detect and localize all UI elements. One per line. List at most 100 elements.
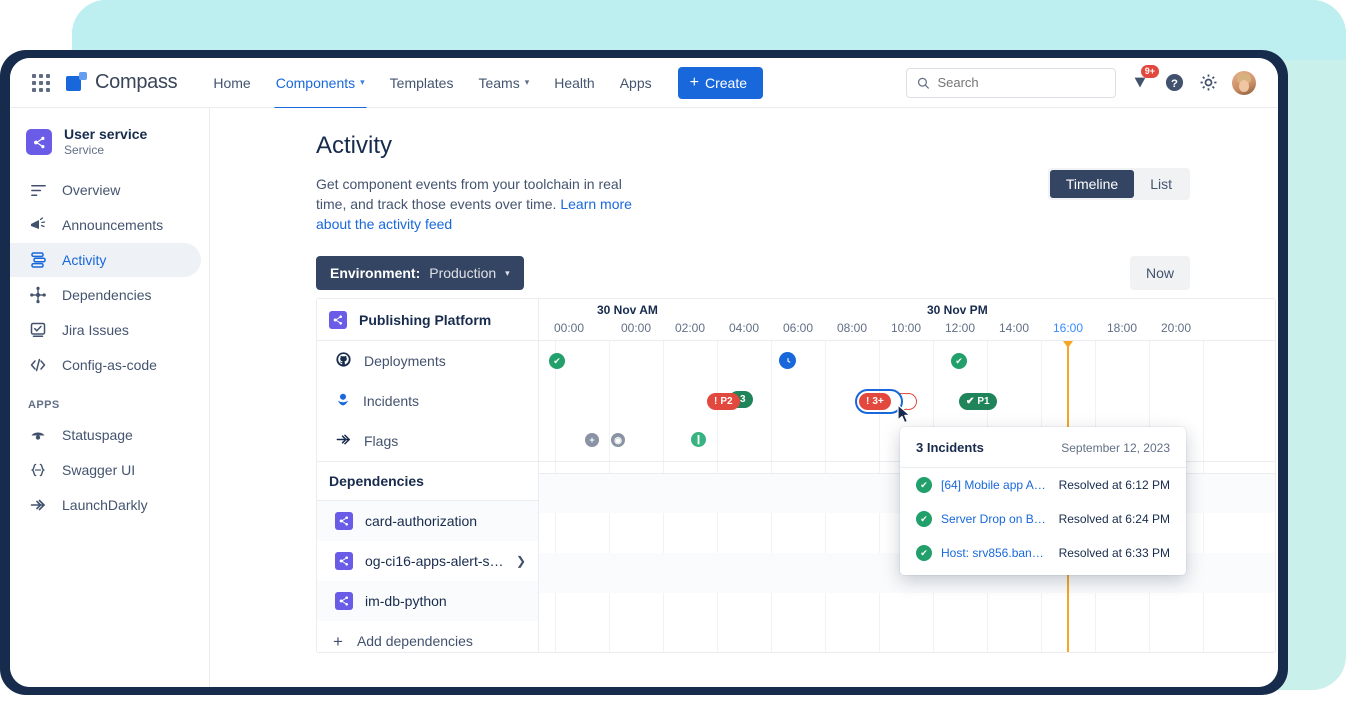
timeline-dependency-og-ci16-apps-alert-service[interactable]: og-ci16-apps-alert-ser... ❯	[317, 541, 538, 581]
app-switcher-icon[interactable]	[32, 74, 50, 92]
flag-marker-created[interactable]: +	[585, 433, 599, 447]
page-title: Activity	[210, 108, 1278, 160]
popup-incident-row[interactable]: ✔ Host: srv856.bancly.com... Resolved at…	[900, 536, 1186, 575]
sidebar-item-statuspage[interactable]: Statuspage	[10, 418, 201, 452]
nav-right-group: 9+ ?	[906, 68, 1264, 98]
flag-marker-toggled[interactable]: ◉	[611, 433, 625, 447]
sidebar: User service Service Overview	[10, 108, 210, 687]
axis-tick: 08:00	[837, 321, 867, 335]
environment-value: Production	[429, 265, 496, 281]
sidebar-service-header[interactable]: User service Service	[10, 122, 209, 172]
timeline-row-label: Flags	[364, 433, 398, 449]
popup-header: 3 Incidents September 12, 2023	[900, 427, 1186, 468]
deployment-marker-success[interactable]: ✔	[951, 353, 967, 369]
dependency-label: im-db-python	[365, 593, 447, 609]
nav-label: Templates	[390, 75, 454, 91]
flag-marker-enabled[interactable]: ❙	[691, 432, 706, 447]
incident-link[interactable]: Host: srv856.bancly.com...	[941, 546, 1050, 560]
timeline-row-incidents[interactable]: Incidents	[317, 381, 538, 421]
sidebar-item-label: Overview	[62, 182, 120, 198]
nav-label: Health	[554, 75, 594, 91]
search-box[interactable]	[906, 68, 1116, 98]
timeline-axis-header: 30 Nov AM 30 Nov PM 00:00 00:00 02:00 04…	[539, 299, 1275, 341]
timeline-dependency-im-db-python[interactable]: im-db-python	[317, 581, 538, 621]
service-type: Service	[64, 143, 147, 158]
sidebar-item-label: Swagger UI	[62, 462, 135, 478]
nav-label: Teams	[478, 75, 519, 91]
launchdarkly-icon	[335, 431, 352, 451]
timeline-header-row[interactable]: Publishing Platform	[317, 299, 538, 341]
nav-item-components[interactable]: Components ▾	[266, 69, 375, 97]
sidebar-item-label: Jira Issues	[62, 322, 129, 338]
incidents-popup: 3 Incidents September 12, 2023 ✔ [64] Mo…	[900, 427, 1186, 575]
incident-badge-p1-resolved[interactable]: ✔P1	[959, 391, 997, 410]
timeline-row-deployments[interactable]: Deployments	[317, 341, 538, 381]
axis-tick: 18:00	[1107, 321, 1137, 335]
sidebar-item-swagger-ui[interactable]: Swagger UI	[10, 453, 201, 487]
sidebar-item-label: LaunchDarkly	[62, 497, 148, 513]
avatar[interactable]	[1232, 71, 1256, 95]
activity-timeline: Publishing Platform Deployments	[316, 298, 1276, 653]
code-icon	[28, 356, 48, 374]
compass-logo[interactable]: Compass	[66, 71, 177, 94]
chevron-right-icon[interactable]: ❯	[516, 554, 526, 568]
sidebar-item-config-as-code[interactable]: Config-as-code	[10, 348, 201, 382]
sidebar-item-activity[interactable]: Activity	[10, 243, 201, 277]
nav-item-home[interactable]: Home	[203, 69, 260, 97]
environment-selector[interactable]: Environment: Production ▾	[316, 256, 524, 290]
deployment-marker-in-progress[interactable]	[779, 352, 796, 369]
tab-list[interactable]: List	[1134, 170, 1188, 198]
flag-on-icon: ❙	[691, 432, 706, 447]
check-icon: ✔	[966, 396, 974, 407]
plus-icon: +	[333, 633, 343, 650]
incident-badge-stack-selected[interactable]: !3+	[859, 391, 891, 410]
nav-item-apps[interactable]: Apps	[610, 69, 662, 97]
incident-badge-p2[interactable]: 3 !P2	[707, 391, 740, 410]
create-label: Create	[705, 75, 747, 91]
sidebar-item-launchdarkly[interactable]: LaunchDarkly	[10, 488, 201, 522]
alert-icon: !	[866, 396, 869, 407]
popup-incident-row[interactable]: ✔ [64] Mobile app API: Requ... Resolved …	[900, 468, 1186, 502]
plus-circle-icon: +	[585, 433, 599, 447]
axis-tick: 06:00	[783, 321, 813, 335]
activity-icon	[28, 251, 48, 269]
target-circle-icon: ◉	[611, 433, 625, 447]
now-button[interactable]: Now	[1130, 256, 1190, 290]
tab-timeline[interactable]: Timeline	[1050, 170, 1134, 198]
incident-priority-label: P1	[977, 396, 989, 407]
sidebar-item-announcements[interactable]: Announcements	[10, 208, 201, 242]
resolved-check-icon: ✔	[916, 477, 932, 493]
notifications-icon[interactable]: 9+	[1130, 73, 1150, 93]
add-dependencies-button[interactable]: + Add dependencies	[317, 621, 538, 653]
settings-icon[interactable]	[1198, 73, 1218, 93]
nav-item-health[interactable]: Health	[544, 69, 604, 97]
screenshot-stage: Compass Home Components ▾ Templates Team…	[0, 0, 1346, 707]
create-button[interactable]: + Create	[678, 67, 763, 99]
check-circle-icon: ✔	[951, 353, 967, 369]
incident-link[interactable]: [64] Mobile app API: Requ...	[941, 478, 1050, 492]
search-input[interactable]	[937, 75, 1105, 90]
sidebar-apps-caption: APPS	[10, 383, 209, 417]
nav-item-templates[interactable]: Templates	[380, 69, 464, 97]
timeline-row-flags[interactable]: Flags	[317, 421, 538, 461]
incident-resolved-time: Resolved at 6:33 PM	[1059, 546, 1170, 560]
incident-stack-badge: !3+	[859, 393, 891, 410]
environment-selector-wrap: Environment: Production ▾	[316, 256, 524, 290]
jira-icon	[28, 321, 48, 339]
sidebar-item-jira-issues[interactable]: Jira Issues	[10, 313, 201, 347]
help-glyph-icon: ?	[1165, 73, 1184, 92]
incident-link[interactable]: Server Drop on Banc.ly Fr...	[941, 512, 1050, 526]
timeline-dependency-card-authorization[interactable]: card-authorization	[317, 501, 538, 541]
sidebar-item-dependencies[interactable]: Dependencies	[10, 278, 201, 312]
github-icon	[335, 351, 352, 371]
sidebar-item-overview[interactable]: Overview	[10, 173, 201, 207]
popup-incident-row[interactable]: ✔ Server Drop on Banc.ly Fr... Resolved …	[900, 502, 1186, 536]
axis-tick: 14:00	[999, 321, 1029, 335]
deployment-marker-success[interactable]: ✔	[549, 353, 565, 369]
nav-item-teams[interactable]: Teams ▾	[468, 69, 539, 97]
app-window: Compass Home Components ▾ Templates Team…	[10, 58, 1278, 687]
component-icon	[335, 512, 353, 530]
help-icon[interactable]: ?	[1164, 73, 1184, 93]
chevron-down-icon: ▾	[525, 77, 530, 88]
view-toggle: Timeline List	[1048, 168, 1190, 200]
